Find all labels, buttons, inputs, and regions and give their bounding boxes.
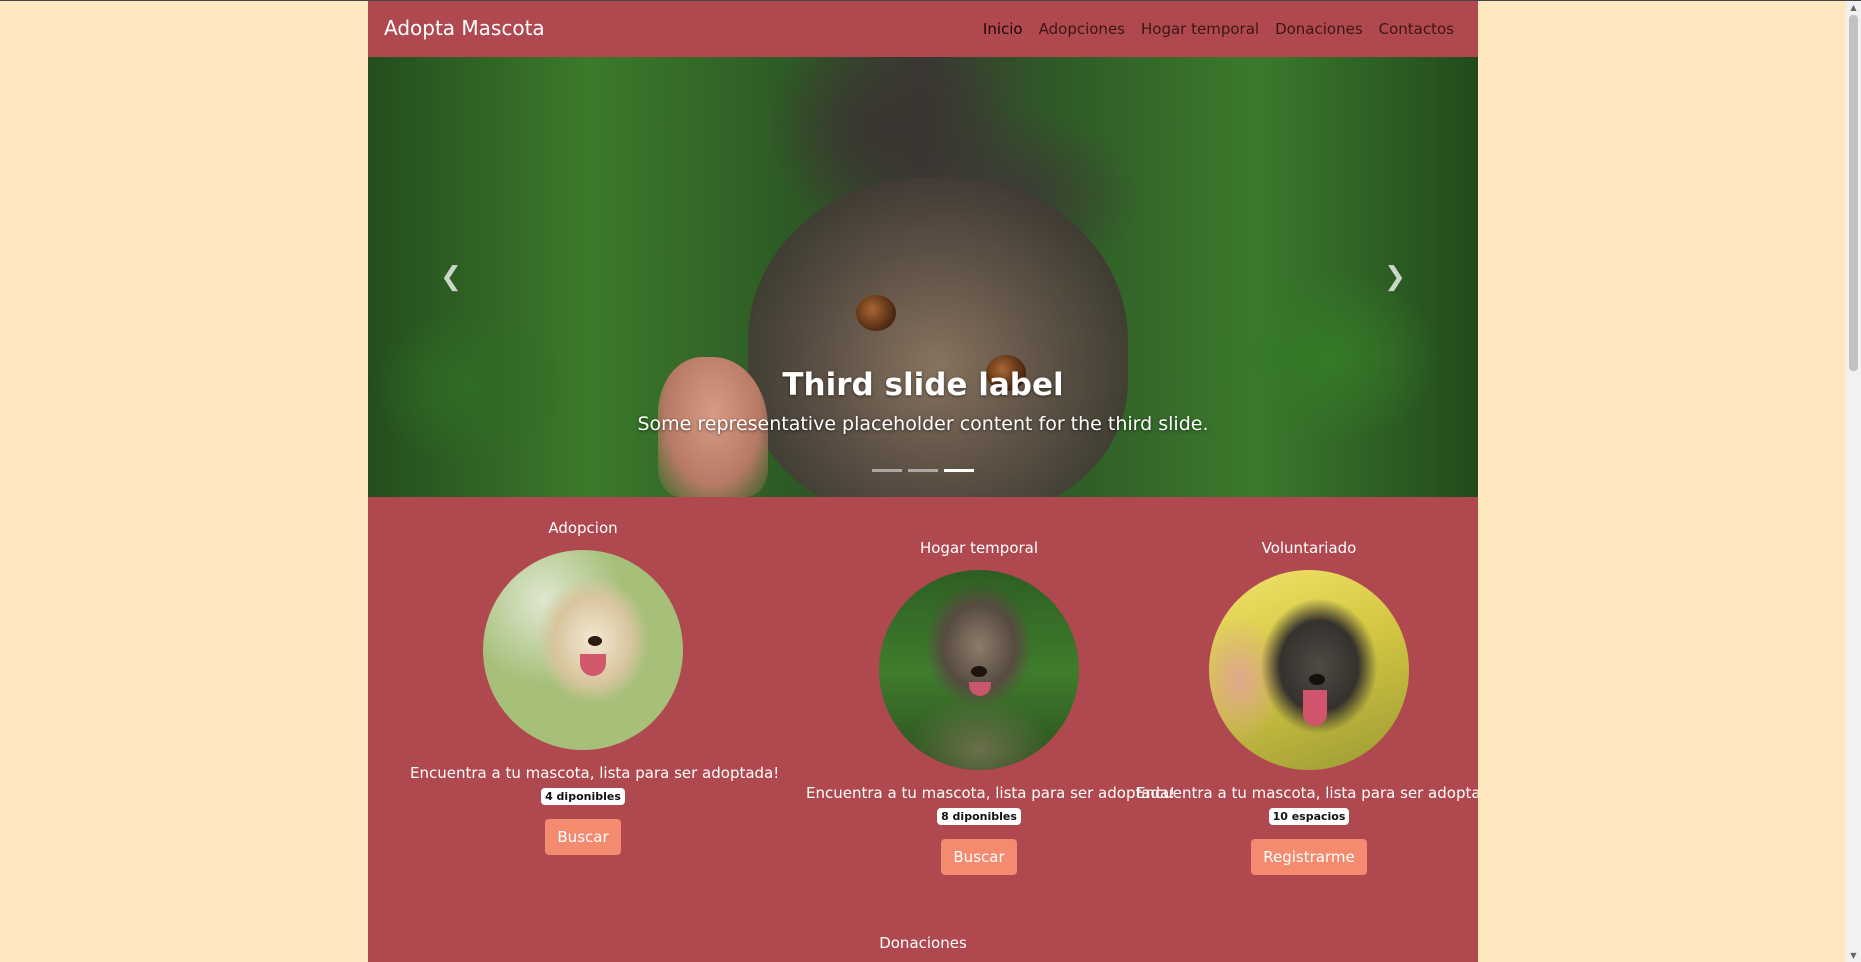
- dog-tongue: [969, 682, 991, 696]
- carousel-prev-button[interactable]: ❮: [431, 257, 471, 297]
- card-title: Hogar temporal: [919, 539, 1039, 557]
- nav-link-inicio[interactable]: Inicio: [983, 20, 1023, 38]
- nav-link-adopciones[interactable]: Adopciones: [1039, 20, 1125, 38]
- scrollbar-thumb[interactable]: [1849, 15, 1858, 371]
- carousel-indicator-1[interactable]: [872, 469, 902, 472]
- card-text: Encuentra a tu mascota, lista para ser a…: [1136, 784, 1478, 802]
- registrarme-button[interactable]: Registrarme: [1251, 839, 1367, 875]
- card-text: Encuentra a tu mascota, lista para ser a…: [806, 784, 1176, 802]
- nav-link-contactos[interactable]: Contactos: [1379, 20, 1454, 38]
- scroll-down-icon[interactable]: ▼: [1849, 951, 1858, 960]
- dog-nose: [971, 666, 987, 677]
- carousel-caption: Third slide label Some representative pl…: [368, 367, 1478, 435]
- availability-badge: 4 diponibles: [541, 788, 625, 805]
- dog-eye-left: [856, 295, 896, 331]
- card-title: Voluntariado: [1261, 539, 1357, 557]
- buscar-button[interactable]: Buscar: [941, 839, 1017, 875]
- card-text: Encuentra a tu mascota, lista para ser a…: [410, 764, 780, 782]
- nav-link-hogar-temporal[interactable]: Hogar temporal: [1141, 20, 1259, 38]
- dog-photo: [748, 177, 1128, 497]
- carousel-next-button[interactable]: ❯: [1375, 257, 1415, 297]
- availability-badge: 8 diponibles: [937, 808, 1021, 825]
- navbar: Adopta Mascota Inicio Adopciones Hogar t…: [368, 1, 1478, 57]
- carousel-indicators: [368, 469, 1478, 472]
- scroll-up-icon[interactable]: ▲: [1849, 3, 1858, 12]
- nav-links: Inicio Adopciones Hogar temporal Donacio…: [983, 20, 1454, 38]
- carousel-indicator-2[interactable]: [908, 469, 938, 472]
- carousel-caption-text: Some representative placeholder content …: [637, 413, 1209, 435]
- dog-nose: [1309, 674, 1325, 685]
- donaciones-section-title: Donaciones: [879, 934, 967, 952]
- card-adopcion-image: [483, 550, 683, 750]
- carousel-indicator-3[interactable]: [944, 469, 974, 472]
- puppy-nose: [588, 636, 602, 646]
- puppy-tongue: [580, 654, 606, 676]
- card-hogar-temporal: Hogar temporal Encuentra a tu mascota, l…: [806, 539, 1176, 875]
- brand-link[interactable]: Adopta Mascota: [384, 16, 545, 40]
- chevron-left-icon: ❮: [440, 262, 462, 292]
- chevron-right-icon: ❯: [1384, 262, 1406, 292]
- card-voluntariado: Voluntariado Encuentra a tu mascota, lis…: [1136, 539, 1478, 875]
- card-hogar-temporal-image: [879, 570, 1079, 770]
- main-container: Adopta Mascota Inicio Adopciones Hogar t…: [368, 1, 1478, 962]
- nav-link-donaciones[interactable]: Donaciones: [1275, 20, 1363, 38]
- page-scrollbar[interactable]: ▲ ▼: [1846, 1, 1861, 962]
- dog-tongue: [1303, 690, 1327, 726]
- buscar-button[interactable]: Buscar: [545, 819, 621, 855]
- hero-carousel: ❮ ❯ Third slide label Some representativ…: [368, 57, 1478, 497]
- card-adopcion: Adopcion Encuentra a tu mascota, lista p…: [410, 519, 780, 855]
- carousel-caption-title: Third slide label: [782, 367, 1064, 403]
- card-voluntariado-image: [1209, 570, 1409, 770]
- card-title: Adopcion: [548, 519, 618, 537]
- availability-badge: 10 espacios: [1268, 808, 1350, 825]
